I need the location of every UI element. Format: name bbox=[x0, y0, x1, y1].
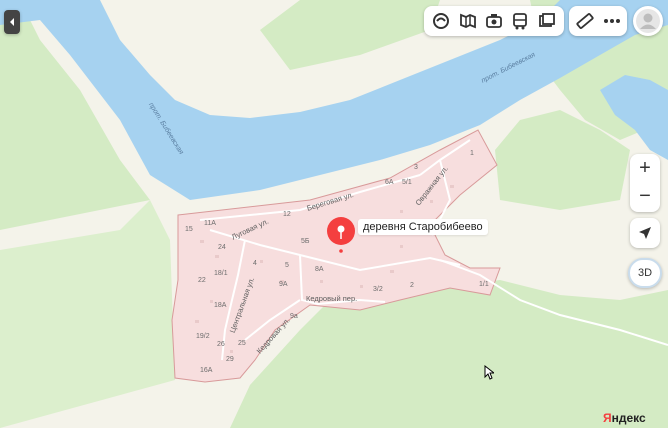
house-number: 9а bbox=[290, 313, 298, 320]
layers-icon bbox=[433, 13, 450, 29]
transit-button[interactable] bbox=[507, 6, 533, 36]
street-label: Кедровый пер. bbox=[306, 294, 358, 303]
house-number: 25 bbox=[238, 340, 246, 347]
traffic-button[interactable] bbox=[454, 6, 480, 36]
house-number: 6А bbox=[385, 179, 394, 186]
panorama-button[interactable] bbox=[481, 6, 507, 36]
house-number: 29 bbox=[226, 356, 234, 363]
profile-button[interactable] bbox=[633, 6, 663, 36]
house-number: 22 bbox=[198, 277, 206, 284]
house-number: 26 bbox=[217, 341, 225, 348]
avatar-icon bbox=[636, 9, 660, 33]
house-number: 1/1 bbox=[479, 281, 489, 288]
mouse-cursor-icon bbox=[484, 365, 494, 380]
house-number: 3/2 bbox=[373, 286, 383, 293]
house-number: 9А bbox=[279, 281, 288, 288]
view-3d-label: 3D bbox=[637, 267, 653, 279]
house-number: 2 bbox=[410, 282, 414, 289]
more-button[interactable] bbox=[598, 6, 625, 36]
house-number: 1 bbox=[470, 150, 474, 157]
house-number: 4 bbox=[253, 260, 257, 267]
collapse-panel-button[interactable] bbox=[4, 10, 20, 34]
ruler-button[interactable] bbox=[571, 6, 598, 36]
photos-button[interactable] bbox=[534, 6, 560, 36]
brand-text: Яндекс bbox=[603, 411, 646, 425]
layers-toolbar bbox=[424, 6, 564, 36]
house-number: 12 bbox=[283, 211, 291, 218]
map-canvas[interactable] bbox=[0, 0, 668, 428]
transit-icon bbox=[513, 13, 528, 30]
house-number: 19/2 bbox=[196, 333, 210, 340]
house-number: 11А bbox=[204, 220, 216, 227]
house-number: 18А bbox=[214, 302, 227, 309]
tools-toolbar bbox=[569, 6, 627, 36]
house-number: 5Б bbox=[301, 238, 310, 245]
zoom-in-button[interactable]: + bbox=[630, 154, 660, 183]
house-number: 5 bbox=[285, 262, 289, 269]
view-3d-button[interactable]: 3D bbox=[628, 258, 662, 288]
house-number: 24 bbox=[218, 244, 226, 251]
zoom-controls: + − bbox=[630, 154, 660, 212]
house-number: 18/1 bbox=[214, 270, 228, 277]
house-number: 8А bbox=[315, 266, 324, 273]
chevron-left-icon bbox=[10, 18, 14, 26]
house-number: 3 bbox=[414, 164, 418, 171]
ruler-icon bbox=[575, 13, 594, 29]
navigation-arrow-icon bbox=[639, 227, 651, 239]
brand-logo[interactable]: Яндекс bbox=[603, 411, 646, 425]
house-number: 15 bbox=[185, 226, 193, 233]
place-label[interactable]: деревня Старобибеево bbox=[358, 219, 488, 235]
zoom-out-button[interactable]: − bbox=[630, 183, 660, 212]
house-number: 16А bbox=[200, 367, 213, 374]
traffic-icon bbox=[459, 13, 476, 29]
house-number: 5/1 bbox=[402, 179, 412, 186]
more-icon bbox=[603, 19, 620, 23]
photos-icon bbox=[538, 13, 555, 27]
locate-me-button[interactable] bbox=[630, 218, 660, 248]
layers-button[interactable] bbox=[428, 6, 454, 36]
panorama-icon bbox=[486, 14, 502, 28]
